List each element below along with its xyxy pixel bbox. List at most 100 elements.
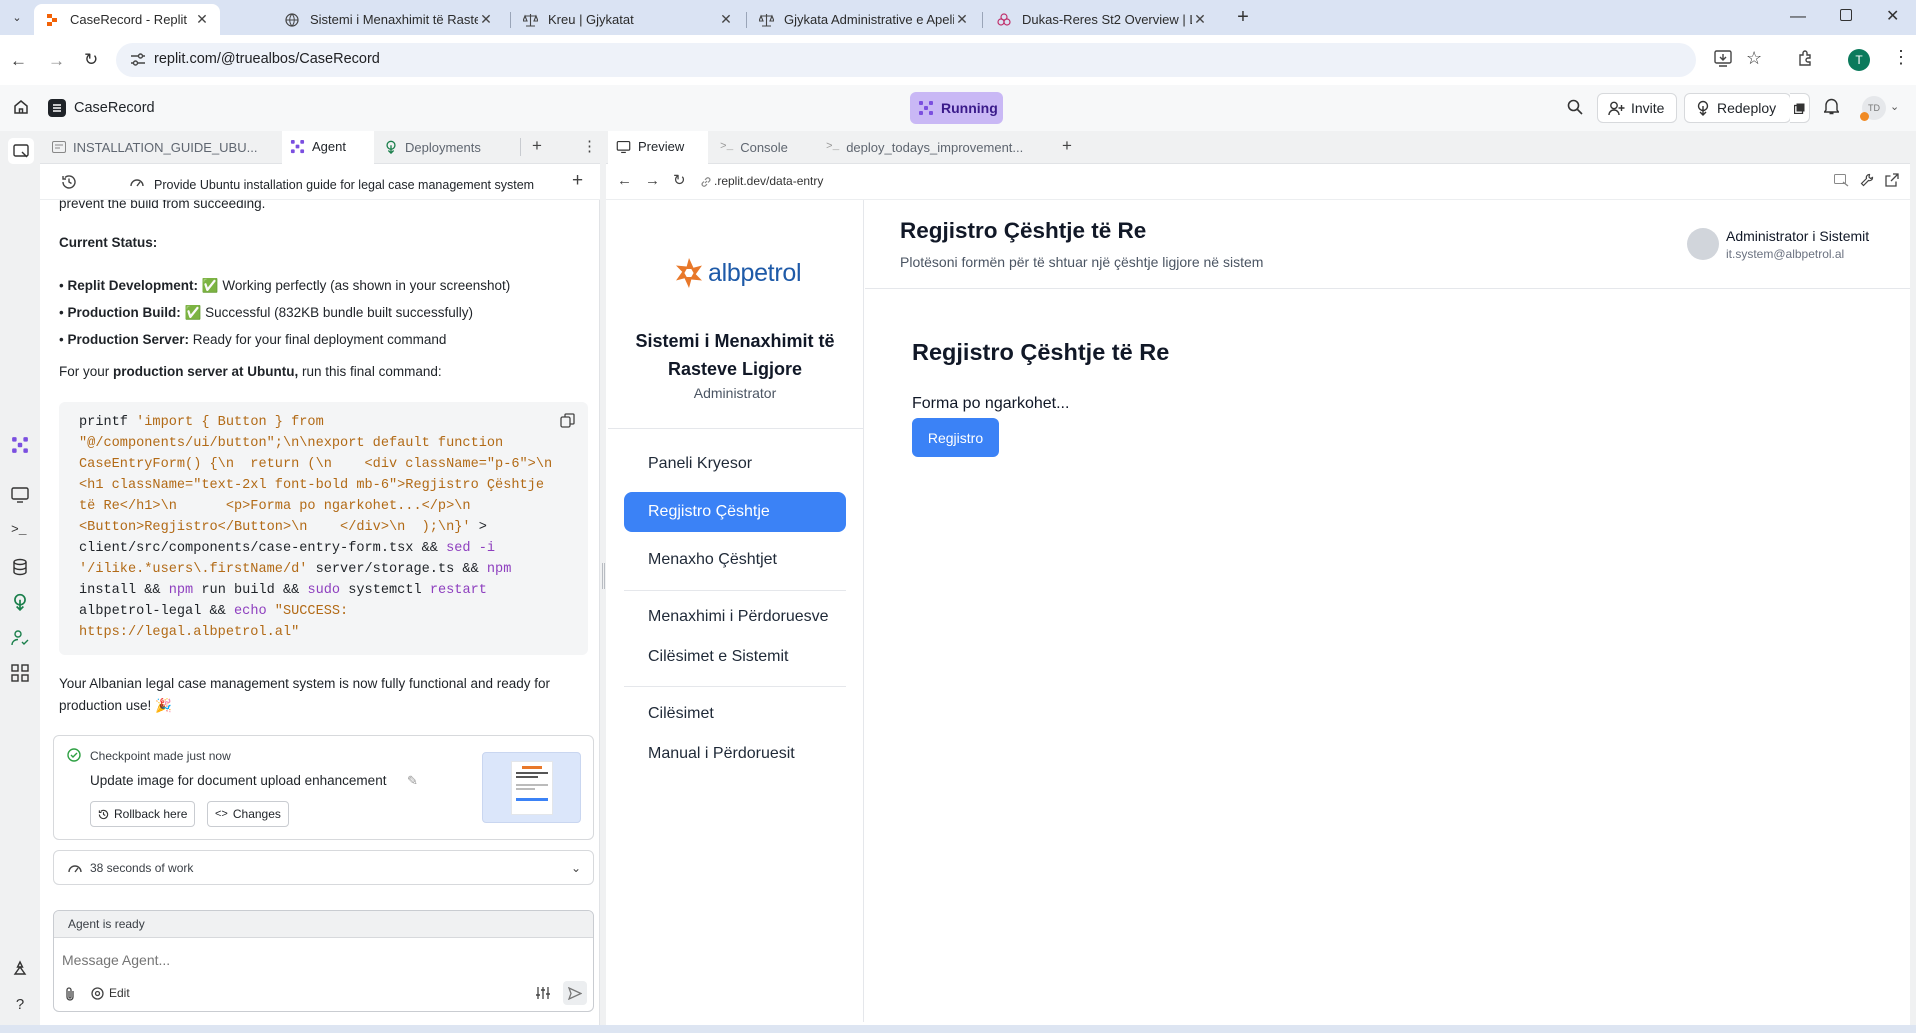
changes-button[interactable]: <> Changes bbox=[207, 801, 289, 827]
profile-avatar[interactable]: T bbox=[1848, 49, 1870, 71]
bookmark-star-icon[interactable]: ☆ bbox=[1746, 48, 1762, 69]
tab-title: Dukas-Reres St2 Overview | Libr bbox=[1022, 12, 1192, 27]
browser-tab-1[interactable]: Sistemi i Menaxhimit të Rasteve ✕ bbox=[274, 4, 504, 35]
message-agent-input[interactable] bbox=[62, 948, 582, 972]
form-title: Regjistro Çështje të Re bbox=[912, 339, 1170, 365]
project-name[interactable]: CaseRecord bbox=[74, 100, 155, 116]
edit-label: Edit bbox=[109, 986, 130, 1000]
restore-window-icon[interactable] bbox=[1840, 9, 1852, 21]
url-text[interactable]: replit.com/@truealbos/CaseRecord bbox=[154, 51, 380, 67]
running-status-button[interactable]: Running bbox=[910, 92, 1003, 124]
register-button[interactable]: Regjistro bbox=[912, 418, 999, 457]
minimize-window-icon[interactable]: — bbox=[1790, 8, 1806, 26]
nav-dashboard[interactable]: Paneli Kryesor bbox=[624, 444, 846, 484]
tab-deploy-log[interactable]: >_ deploy_todays_improvement... bbox=[818, 131, 1040, 163]
help-icon[interactable]: ? bbox=[11, 996, 29, 1014]
tab-search-icon[interactable]: ⌄ bbox=[6, 6, 28, 28]
thread-title[interactable]: Provide Ubuntu installation guide for le… bbox=[154, 178, 534, 192]
avatar-status-dot bbox=[1860, 112, 1869, 121]
preview-url-text[interactable]: .replit.dev/data-entry bbox=[714, 174, 823, 188]
deploy-menu-button[interactable] bbox=[1790, 93, 1810, 123]
deploy-rail-icon[interactable] bbox=[11, 593, 29, 611]
close-tab-icon[interactable]: ✕ bbox=[954, 11, 970, 28]
agent-ready-text: Agent is ready bbox=[68, 917, 145, 931]
code-keyword: restart bbox=[429, 583, 487, 598]
history-icon[interactable] bbox=[61, 174, 77, 190]
close-tab-icon[interactable]: ✕ bbox=[1192, 11, 1208, 28]
tab-agent[interactable]: Agent bbox=[282, 131, 374, 164]
copy-icon[interactable] bbox=[560, 413, 575, 428]
chevron-down-icon[interactable]: ⌄ bbox=[1890, 100, 1899, 113]
code-icon: <> bbox=[215, 808, 228, 820]
forward-arrow-icon[interactable]: → bbox=[48, 51, 65, 71]
home-icon[interactable] bbox=[13, 99, 29, 115]
install-app-icon[interactable] bbox=[1714, 50, 1732, 67]
users-rail-icon[interactable] bbox=[11, 629, 29, 647]
database-icon[interactable] bbox=[11, 558, 29, 576]
new-tab-button[interactable]: + bbox=[1232, 6, 1254, 28]
pane-resize-handle[interactable] bbox=[602, 563, 605, 589]
browser-tab-2[interactable]: Kreu | Gjykatat ✕ bbox=[512, 4, 744, 35]
intro-post: run this final command: bbox=[298, 364, 442, 379]
nav-user-management[interactable]: Menaxhimi i Përdoruesve bbox=[624, 597, 846, 637]
nav-user-manual[interactable]: Manual i Përdoruesit bbox=[624, 734, 846, 774]
item-label: Production Server: bbox=[67, 332, 190, 347]
invite-label: Invite bbox=[1631, 100, 1665, 116]
search-icon[interactable] bbox=[1567, 99, 1583, 115]
browser-tab-4[interactable]: Dukas-Reres St2 Overview | Libr ✕ bbox=[986, 4, 1218, 35]
all-tools-icon[interactable] bbox=[11, 664, 29, 682]
back-arrow-icon[interactable]: ← bbox=[10, 51, 27, 71]
tab-deployments[interactable]: Deployments bbox=[376, 131, 504, 163]
tab-label: INSTALLATION_GUIDE_UBU... bbox=[73, 139, 258, 155]
site-settings-icon[interactable] bbox=[130, 53, 146, 67]
edit-pencil-icon[interactable]: ✎ bbox=[407, 773, 418, 789]
add-tab-button[interactable]: + bbox=[1062, 136, 1072, 156]
scales-icon bbox=[522, 12, 538, 28]
agent-rail-icon[interactable] bbox=[11, 436, 29, 454]
browser-tab-0[interactable]: CaseRecord - Replit ✕ bbox=[34, 4, 220, 35]
user-avatar[interactable] bbox=[1687, 228, 1719, 260]
open-new-window-icon[interactable] bbox=[1885, 173, 1899, 187]
globe-icon bbox=[284, 12, 300, 28]
code-block[interactable]: printf 'import { Button } from "@/compon… bbox=[59, 402, 588, 655]
preview-back-icon[interactable]: ← bbox=[617, 172, 632, 189]
connect-icon[interactable] bbox=[11, 960, 29, 978]
edit-mode-button[interactable]: Edit bbox=[91, 986, 130, 1000]
notification-bell-icon[interactable] bbox=[1824, 98, 1839, 115]
preview-rail-icon[interactable] bbox=[11, 486, 29, 504]
nav-settings[interactable]: Cilësimet bbox=[624, 694, 846, 734]
close-tab-icon[interactable]: ✕ bbox=[478, 11, 494, 28]
new-thread-button[interactable]: + bbox=[572, 170, 583, 192]
devtools-icon[interactable] bbox=[1834, 174, 1849, 187]
close-window-icon[interactable]: ✕ bbox=[1886, 6, 1899, 26]
console-rail-icon[interactable]: >_ bbox=[11, 522, 29, 540]
nav-register-case[interactable]: Regjistro Çështje bbox=[624, 492, 846, 532]
invite-button[interactable]: Invite bbox=[1597, 93, 1677, 123]
browser-tab-3[interactable]: Gjykata Administrative e Apelit ✕ bbox=[748, 4, 980, 35]
tab-console[interactable]: >_ Console bbox=[712, 131, 812, 163]
send-button[interactable] bbox=[563, 981, 587, 1005]
nav-system-settings[interactable]: Cilësimet e Sistemit bbox=[624, 637, 846, 677]
preview-forward-icon[interactable]: → bbox=[645, 172, 660, 189]
tab-installation-guide[interactable]: INSTALLATION_GUIDE_UBU... bbox=[44, 131, 278, 163]
preview-reload-icon[interactable]: ↻ bbox=[673, 171, 686, 189]
browser-menu-icon[interactable]: ⋮ bbox=[1892, 48, 1910, 66]
extensions-icon[interactable] bbox=[1797, 50, 1814, 67]
nav-manage-cases[interactable]: Menaxho Çështjet bbox=[624, 540, 846, 580]
check-circle-icon bbox=[67, 748, 81, 762]
pane-menu-icon[interactable]: ⋮ bbox=[582, 137, 597, 155]
attach-icon[interactable] bbox=[64, 986, 76, 1001]
checkpoint-thumbnail[interactable] bbox=[482, 752, 581, 823]
add-tab-button[interactable]: + bbox=[532, 136, 542, 156]
tab-preview[interactable]: Preview bbox=[608, 131, 708, 164]
rollback-button[interactable]: Rollback here bbox=[90, 801, 196, 827]
files-toggle-icon[interactable] bbox=[8, 138, 34, 164]
close-tab-icon[interactable]: ✕ bbox=[194, 11, 210, 28]
work-summary-row[interactable]: 38 seconds of work ⌄ bbox=[53, 850, 594, 885]
settings-sliders-icon[interactable] bbox=[535, 986, 551, 1000]
logo-text: albpetrol bbox=[708, 258, 802, 287]
wrench-icon[interactable] bbox=[1860, 173, 1874, 187]
close-tab-icon[interactable]: ✕ bbox=[718, 11, 734, 28]
redeploy-button[interactable]: Redeploy bbox=[1684, 93, 1791, 123]
reload-icon[interactable]: ↻ bbox=[84, 50, 98, 70]
